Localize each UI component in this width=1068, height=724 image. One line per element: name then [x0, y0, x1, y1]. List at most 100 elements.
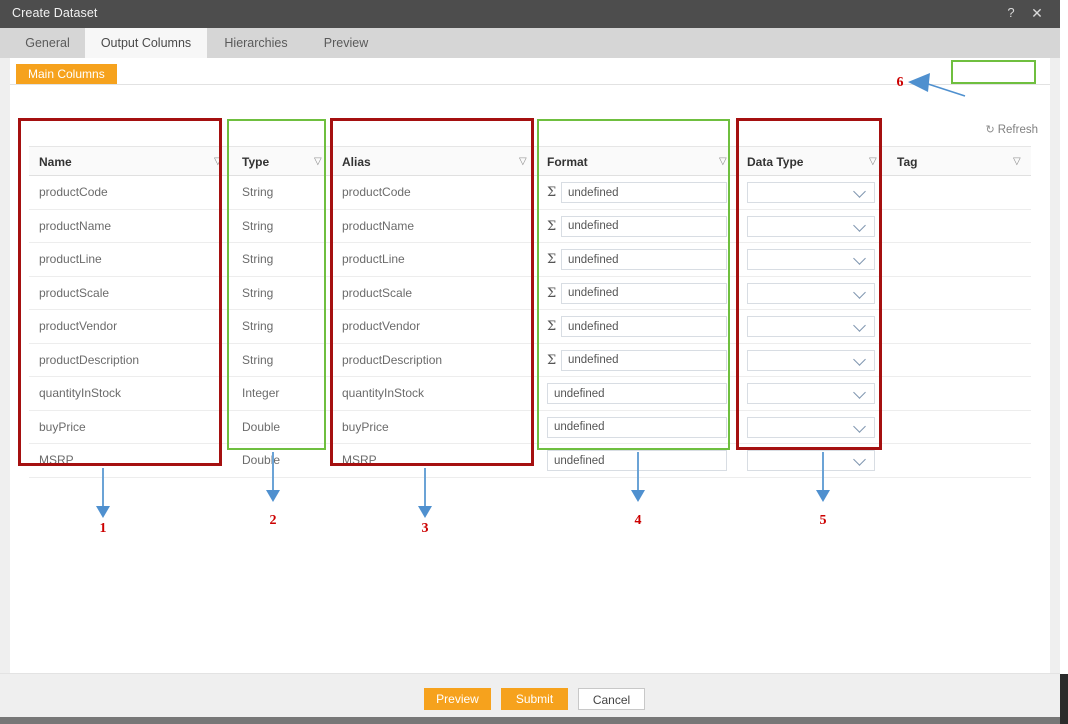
cell-format: [537, 411, 737, 445]
annotation-number-5: 5: [819, 513, 827, 528]
dialog-titlebar: Create Dataset ? ✕: [0, 0, 1060, 28]
filter-icon-datatype[interactable]: ▽: [869, 147, 877, 177]
annotation-arrow-line-1: [102, 468, 104, 506]
tab-general[interactable]: General: [10, 28, 85, 58]
cell-name: productVendor: [39, 319, 118, 333]
refresh-label: Refresh: [997, 124, 1038, 136]
data-type-select[interactable]: [747, 182, 875, 203]
chevron-down-icon[interactable]: [855, 421, 866, 432]
chevron-down-icon[interactable]: [855, 454, 866, 465]
data-type-select[interactable]: [747, 215, 875, 237]
refresh-button[interactable]: ↻ Refresh: [963, 120, 1044, 140]
sigma-icon[interactable]: Σ: [547, 286, 556, 302]
column-header-format[interactable]: Format: [537, 147, 737, 177]
filter-icon-name[interactable]: ▽: [214, 147, 222, 177]
chevron-down-icon[interactable]: [855, 354, 866, 365]
cell-tag: [887, 344, 1031, 378]
tab-hierarchies[interactable]: Hierarchies: [207, 28, 305, 58]
format-input[interactable]: [561, 249, 727, 270]
window-right-scrollbar[interactable]: [1060, 674, 1068, 724]
cell-tag: [887, 277, 1031, 311]
sigma-icon[interactable]: Σ: [547, 219, 556, 235]
sigma-icon[interactable]: Σ: [547, 353, 556, 369]
table-body: productCode String productCode ΣproductName…: [29, 176, 1031, 478]
preview-button[interactable]: Preview: [424, 688, 491, 710]
annotation-number-4: 4: [634, 513, 642, 528]
annotation-arrow-head-4: [631, 490, 645, 502]
tab-preview[interactable]: Preview: [305, 28, 387, 58]
table-row[interactable]: MSRP Double MSRP: [29, 444, 1031, 478]
format-input[interactable]: [561, 282, 727, 304]
filter-icon-format[interactable]: ▽: [719, 147, 727, 177]
table-row[interactable]: productVendor String productVendor Σ: [29, 310, 1031, 344]
format-input[interactable]: [561, 316, 727, 337]
cell-type: String: [242, 252, 274, 266]
cell-datatype: [737, 377, 887, 411]
table-row[interactable]: productScale String productScale Σ: [29, 276, 1031, 311]
data-type-select[interactable]: [747, 450, 875, 471]
table-header-row: Name ▽ Type ▽ Alias ▽ Format ▽ Data Type ▽ Tag ▽: [29, 146, 1031, 176]
table-row[interactable]: productName String productName Σ: [29, 209, 1031, 244]
chevron-down-icon[interactable]: [855, 387, 866, 398]
cell-type: Double: [242, 453, 281, 467]
chevron-down-icon[interactable]: [855, 287, 866, 298]
chevron-down-icon[interactable]: [855, 186, 866, 197]
cell-datatype: [737, 277, 887, 311]
annotation-arrow-line-3: [424, 468, 426, 506]
data-type-select[interactable]: [747, 416, 875, 438]
filter-icon-alias[interactable]: ▽: [519, 147, 527, 177]
cell-alias: productDescription: [342, 352, 443, 367]
format-input[interactable]: [561, 215, 727, 237]
table-row[interactable]: buyPrice Double buyPrice: [29, 410, 1031, 445]
column-header-datatype[interactable]: Data Type: [737, 147, 887, 177]
cell-alias: productLine: [342, 252, 405, 266]
column-header-name[interactable]: Name: [29, 147, 232, 177]
data-type-select[interactable]: [747, 349, 875, 371]
cell-type: String: [242, 185, 274, 199]
column-header-alias[interactable]: Alias: [332, 147, 537, 177]
cell-datatype: [737, 411, 887, 445]
cell-datatype: [737, 310, 887, 344]
chevron-down-icon[interactable]: [855, 320, 866, 331]
submit-button[interactable]: Submit: [501, 688, 568, 710]
cell-format: Σ: [537, 344, 737, 378]
cell-tag: [887, 210, 1031, 244]
cancel-button[interactable]: Cancel: [578, 688, 645, 710]
dialog-body: General Output Columns Hierarchies Preview …: [0, 28, 1060, 724]
close-icon[interactable]: ✕: [1028, 4, 1046, 22]
subtab-main-columns[interactable]: Main Columns: [16, 64, 117, 84]
cell-type: String: [242, 352, 274, 367]
table-row[interactable]: productLine String productLine Σ: [29, 243, 1031, 277]
cell-tag: [887, 310, 1031, 344]
cell-tag: [887, 411, 1031, 445]
filter-icon-type[interactable]: ▽: [314, 147, 322, 177]
column-header-tag[interactable]: Tag: [887, 147, 1031, 177]
cell-tag: [887, 377, 1031, 411]
sigma-icon[interactable]: Σ: [547, 185, 556, 201]
format-input[interactable]: [561, 349, 727, 371]
help-icon[interactable]: ?: [1002, 4, 1020, 22]
data-type-select[interactable]: [747, 316, 875, 337]
format-input[interactable]: [547, 416, 727, 438]
format-input[interactable]: [547, 383, 727, 404]
tab-output-columns[interactable]: Output Columns: [85, 28, 207, 58]
table-row[interactable]: productCode String productCode Σ: [29, 176, 1031, 210]
cell-type: Double: [242, 419, 281, 434]
sigma-icon[interactable]: Σ: [547, 252, 556, 268]
table-row[interactable]: productDescription String productDescripti…: [29, 343, 1031, 378]
data-type-select[interactable]: [747, 282, 875, 304]
annotation-arrow-head-5: [816, 490, 830, 502]
filter-icon-tag[interactable]: ▽: [1013, 147, 1021, 177]
annotation-arrow-head-2: [266, 490, 280, 502]
chevron-down-icon[interactable]: [855, 220, 866, 231]
data-type-select[interactable]: [747, 249, 875, 270]
cell-name: buyPrice: [39, 419, 86, 434]
cell-format: Σ: [537, 243, 737, 277]
table-row[interactable]: quantityInStock Integer quantityInStock: [29, 377, 1031, 411]
sigma-icon[interactable]: Σ: [547, 319, 556, 335]
data-type-select[interactable]: [747, 383, 875, 404]
format-input[interactable]: [561, 182, 727, 203]
chevron-down-icon[interactable]: [855, 253, 866, 264]
cell-tag: [887, 243, 1031, 277]
cell-format: Σ: [537, 310, 737, 344]
